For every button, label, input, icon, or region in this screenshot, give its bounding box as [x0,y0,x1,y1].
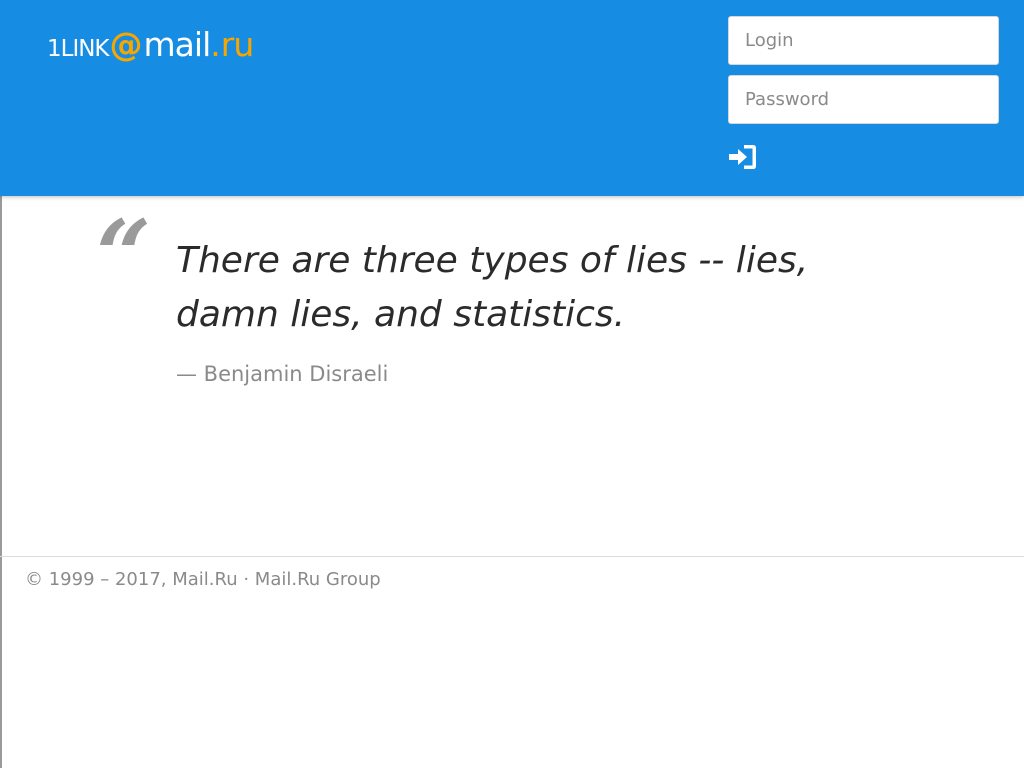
password-input[interactable] [728,75,999,124]
logo-ru: ru [220,25,254,64]
quote-text: There are three types of lies -- lies, d… [176,240,809,335]
footer-link-mailru-group[interactable]: Mail.Ru Group [255,569,381,590]
logo-prefix: 1LINK [47,36,110,62]
footer-divider [0,556,1024,557]
sign-in-icon [729,145,756,169]
login-form [728,16,999,171]
logo-mail: mail [143,25,212,64]
logo-at-sign: @ [109,25,143,64]
sign-in-button[interactable] [728,143,758,171]
logo-dot: . [210,25,221,64]
copyright-text: © 1999 – 2017, [25,569,173,590]
footer-separator: · [237,569,255,590]
footer-link-mailru[interactable]: Mail.Ru [172,569,237,590]
login-input[interactable] [728,16,999,65]
site-footer: © 1999 – 2017, Mail.Ru · Mail.Ru Group [25,569,381,590]
quote-author: — Benjamin Disraeli [176,362,389,386]
site-logo[interactable]: 1LINK @ mail. ru [47,25,254,64]
quote-mark-icon: “ [96,199,152,312]
site-header: 1LINK @ mail. ru [0,0,1024,196]
